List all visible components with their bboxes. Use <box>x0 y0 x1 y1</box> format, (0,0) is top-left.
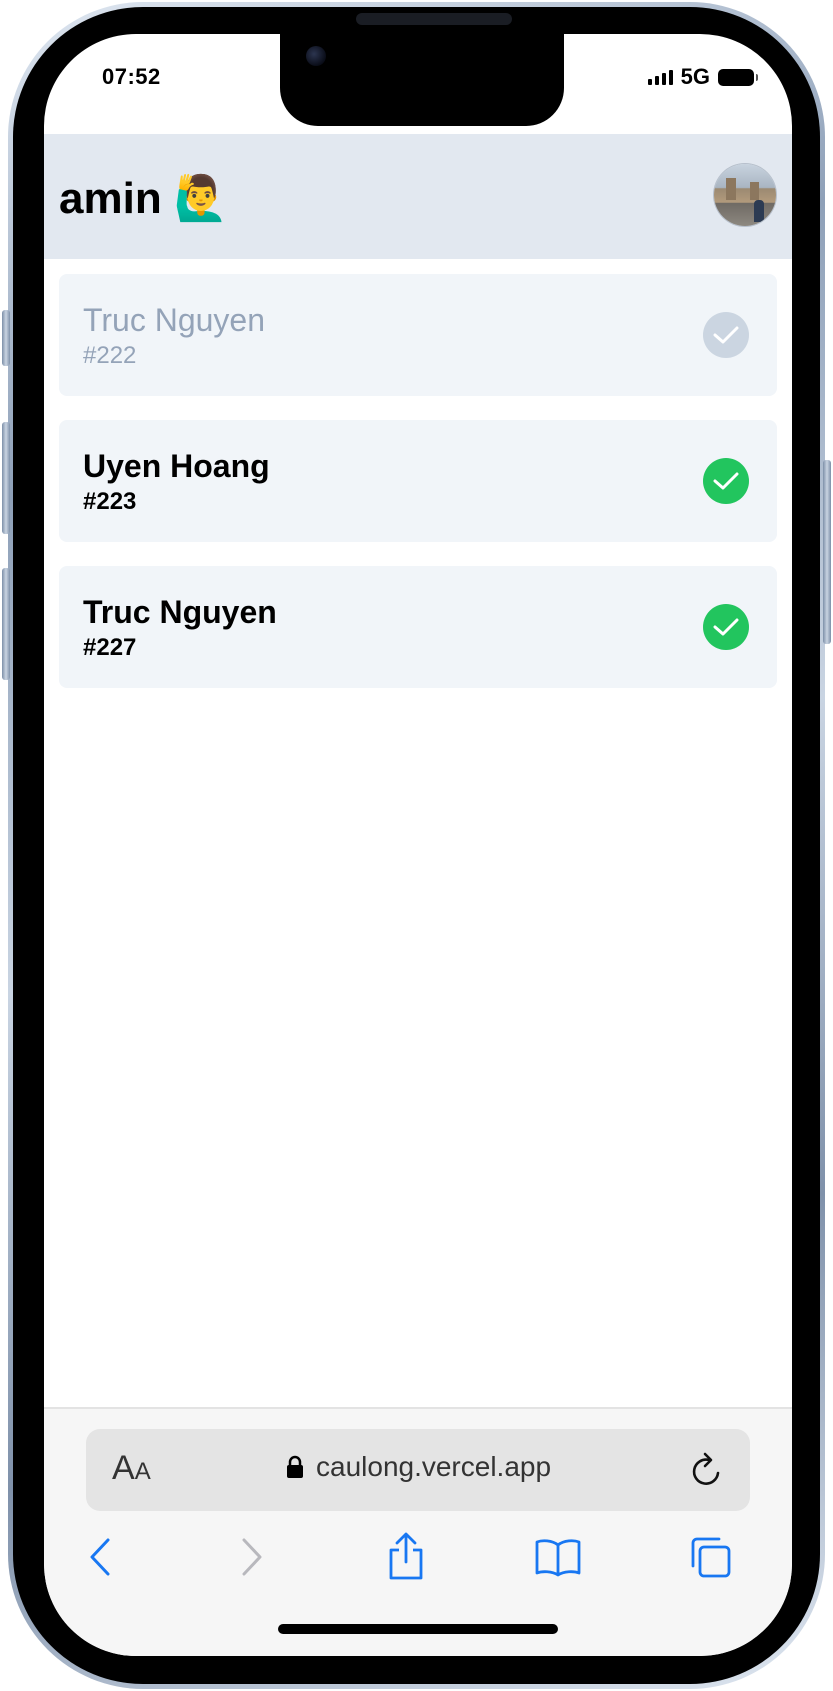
network-type: 5G <box>680 64 710 89</box>
check-circle-icon[interactable] <box>703 312 749 358</box>
share-button[interactable] <box>376 1527 436 1587</box>
chevron-left-icon <box>90 1538 110 1576</box>
ticket-card[interactable]: Truc Nguyen #227 <box>59 566 777 688</box>
navigation-bar <box>44 1527 792 1597</box>
book-icon <box>535 1539 581 1577</box>
volume-down-button <box>2 568 10 680</box>
app-header: amin 🙋‍♂️ <box>44 134 792 259</box>
ticket-card[interactable]: Uyen Hoang #223 <box>59 420 777 542</box>
ticket-number: #223 <box>83 488 137 515</box>
reload-icon[interactable] <box>690 1451 724 1494</box>
ticket-number: #222 <box>83 342 137 369</box>
browser-toolbar: AA caulong.vercel.app <box>44 1407 792 1656</box>
status-time: 07:52 <box>102 64 161 89</box>
screen: 07:52 5G amin 🙋‍♂️ Truc Nguyen #222 Uyen… <box>44 34 792 1656</box>
front-camera <box>306 46 326 66</box>
ticket-list: Truc Nguyen #222 Uyen Hoang #223 Truc Ng… <box>59 274 777 712</box>
text-size-button[interactable]: AA <box>112 1449 151 1488</box>
ticket-card[interactable]: Truc Nguyen #222 <box>59 274 777 396</box>
ticket-name: Truc Nguyen <box>83 594 277 630</box>
share-icon <box>389 1532 423 1580</box>
avatar[interactable] <box>714 164 776 226</box>
lock-icon <box>287 1455 303 1478</box>
notch <box>280 34 564 126</box>
forward-button[interactable] <box>222 1527 282 1587</box>
chevron-right-icon <box>242 1538 262 1576</box>
ticket-name: Uyen Hoang <box>83 448 270 484</box>
page-title: amin 🙋‍♂️ <box>59 174 229 223</box>
mute-switch <box>2 310 10 366</box>
url-display[interactable]: caulong.vercel.app <box>286 1451 551 1483</box>
check-circle-icon[interactable] <box>703 458 749 504</box>
battery-icon <box>718 68 758 86</box>
volume-up-button <box>2 422 10 534</box>
status-indicators: 5G <box>647 64 758 90</box>
tabs-icon <box>691 1537 731 1578</box>
address-bar[interactable]: AA caulong.vercel.app <box>86 1429 750 1511</box>
check-circle-icon[interactable] <box>703 604 749 650</box>
url-text: caulong.vercel.app <box>316 1451 552 1482</box>
home-indicator <box>278 1624 558 1634</box>
tabs-button[interactable] <box>680 1527 740 1587</box>
ticket-name: Truc Nguyen <box>83 302 265 338</box>
signal-icon <box>647 69 673 85</box>
back-button[interactable] <box>70 1527 130 1587</box>
earpiece-speaker <box>356 13 512 25</box>
power-button <box>823 460 831 644</box>
ticket-number: #227 <box>83 634 137 661</box>
bookmarks-button[interactable] <box>528 1527 588 1587</box>
